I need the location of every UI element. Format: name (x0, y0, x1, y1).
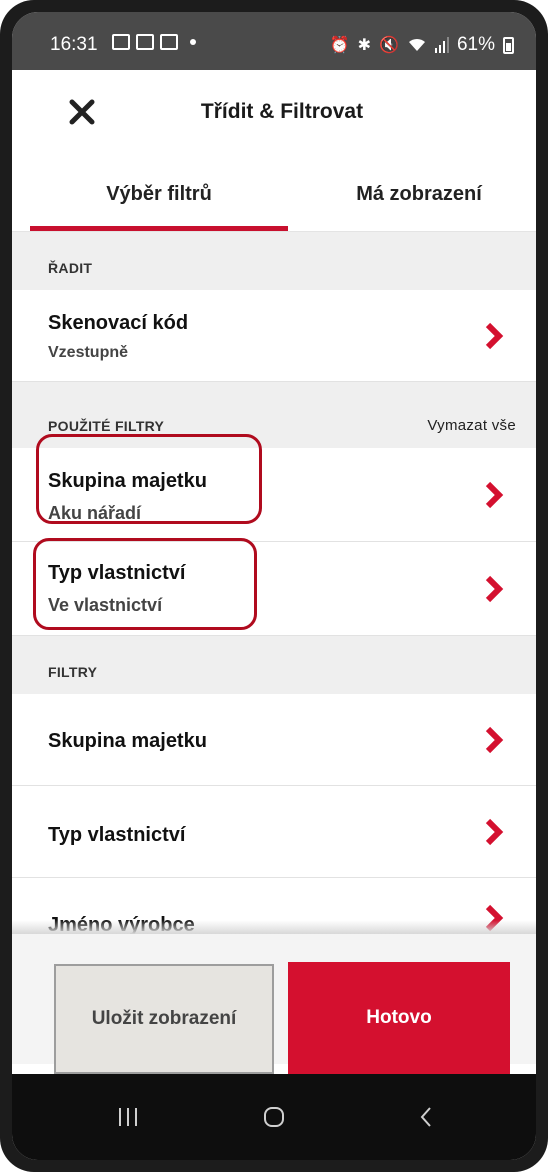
chevron-right-icon (485, 322, 504, 350)
gallery-notification-icon (112, 34, 130, 50)
chevron-right-icon (485, 818, 504, 846)
more-notifications-icon (190, 39, 196, 45)
sort-section-header: ŘADIT (12, 232, 536, 290)
filter-row-ownership-type[interactable]: Typ vlastnictví (12, 786, 536, 878)
notification-icons (112, 34, 196, 50)
bluetooth-icon: ✱ (357, 37, 372, 54)
back-icon (420, 1107, 431, 1127)
screen: 16:31 ⏰ ✱ 🔇 61% Třídit & Filtrovat Výběr… (12, 12, 536, 1160)
active-tab-indicator (30, 226, 288, 231)
save-view-button[interactable]: Uložit zobrazení (54, 964, 274, 1074)
clear-all-link[interactable]: Vymazat vše (427, 417, 516, 434)
wifi-icon (408, 38, 425, 51)
applied-filters-section-label: POUŽITÉ FILTRY (48, 418, 165, 434)
applied-filter-title: Typ vlastnictví (48, 562, 186, 584)
applied-filter-value: Aku nářadí (48, 503, 142, 523)
tab-filter-selection[interactable]: Výběr filtrů (30, 156, 288, 232)
applied-filter-row-ownership-type[interactable]: Typ vlastnictví Ve vlastnictví (12, 542, 536, 636)
filters-section-label: FILTRY (48, 664, 98, 680)
system-status-icons: ⏰ ✱ 🔇 61% (330, 34, 514, 56)
filter-row-asset-group[interactable]: Skupina majetku (12, 694, 536, 786)
tab-bar: Výběr filtrů Má zobrazení (12, 156, 536, 232)
back-button[interactable] (396, 1094, 456, 1140)
done-button[interactable]: Hotovo (288, 962, 510, 1074)
recent-apps-icon (119, 1108, 137, 1126)
app-notification-icon (136, 34, 154, 50)
home-icon (264, 1107, 284, 1127)
sort-row-scan-code[interactable]: Skenovací kód Vzestupně (12, 290, 536, 382)
applied-filter-title: Skupina majetku (48, 470, 207, 492)
status-bar: 16:31 ⏰ ✱ 🔇 61% (12, 12, 536, 70)
chevron-right-icon (485, 726, 504, 754)
system-navigation-bar (12, 1074, 536, 1160)
bottom-action-bar: Uložit zobrazení Hotovo (12, 934, 536, 1074)
mute-icon: 🔇 (379, 37, 399, 54)
battery-percentage: 61% (456, 34, 495, 55)
scroll-fade (12, 920, 536, 934)
battery-icon (503, 36, 514, 54)
filter-title: Skupina majetku (48, 730, 207, 752)
recent-apps-button[interactable] (98, 1094, 158, 1140)
tab-my-views[interactable]: Má zobrazení (288, 156, 536, 232)
alarm-icon: ⏰ (329, 37, 350, 54)
filter-title: Typ vlastnictví (48, 824, 186, 846)
applied-filter-value: Ve vlastnictví (48, 595, 163, 615)
filters-section-header: FILTRY (12, 636, 536, 694)
message-notification-icon (160, 34, 178, 50)
applied-filters-section-header: POUŽITÉ FILTRY Vymazat vše (12, 382, 536, 448)
home-button[interactable] (244, 1094, 304, 1140)
applied-filter-row-asset-group[interactable]: Skupina majetku Aku nářadí (12, 448, 536, 542)
sort-section-label: ŘADIT (48, 260, 93, 276)
app-header: Třídit & Filtrovat (12, 70, 536, 156)
sort-row-value: Vzestupně (48, 344, 129, 361)
status-time: 16:31 (50, 34, 98, 55)
sort-row-title: Skenovací kód (48, 312, 189, 334)
phone-frame: 16:31 ⏰ ✱ 🔇 61% Třídit & Filtrovat Výběr… (0, 0, 548, 1172)
chevron-right-icon (485, 481, 504, 509)
chevron-right-icon (485, 575, 504, 603)
page-title: Třídit & Filtrovat (200, 100, 364, 123)
signal-icon (434, 37, 449, 53)
